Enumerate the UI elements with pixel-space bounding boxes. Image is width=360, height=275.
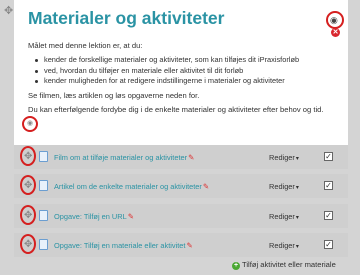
instructions-text: Se filmen, læs artiklen og løs opgaverne…	[28, 91, 200, 100]
section-title: Materialer og aktiviteter	[28, 8, 225, 28]
goal-list: kender de forskellige materialer og akti…	[34, 55, 299, 87]
visibility-checkbox[interactable]: ✓	[324, 152, 333, 161]
edit-menu[interactable]: Rediger▾	[269, 212, 299, 221]
highlight-circle-row	[20, 146, 36, 166]
file-icon	[39, 239, 48, 250]
add-activity-link[interactable]: + Tilføj aktivitet eller materiale	[232, 260, 336, 270]
highlight-circle-row	[20, 175, 36, 195]
file-icon	[39, 180, 48, 191]
goal-item: kender muligheden for at redigere indsti…	[34, 76, 299, 87]
goal-item: ved, hvordan du tilføjer en materiale el…	[34, 66, 299, 77]
visibility-checkbox[interactable]: ✓	[324, 211, 333, 220]
edit-menu[interactable]: Rediger▾	[269, 153, 299, 162]
activity-link[interactable]: Film om at tilføje materialer og aktivit…	[54, 153, 194, 162]
visibility-checkbox[interactable]: ✓	[324, 181, 333, 190]
move-icon[interactable]: ✥	[4, 6, 14, 17]
activity-row[interactable]: ✥ Artikel om de enkelte materialer og ak…	[14, 174, 348, 198]
pencil-icon[interactable]: ✎	[188, 153, 194, 162]
eye-icon[interactable]: ◉	[330, 16, 338, 25]
activity-row[interactable]: ✥ Opgave: Tilføj en materiale eller akti…	[14, 233, 348, 257]
file-icon	[39, 151, 48, 162]
activity-row[interactable]: ✥ Film om at tilføje materialer og aktiv…	[14, 145, 348, 169]
close-icon[interactable]: ✕	[331, 28, 340, 37]
pencil-icon[interactable]: ✎	[203, 182, 209, 191]
highlight-circle-row	[20, 234, 36, 254]
edit-menu[interactable]: Rediger▾	[269, 182, 299, 191]
eye-icon[interactable]: ◉	[27, 120, 33, 127]
goal-item: kender de forskellige materialer og akti…	[34, 55, 299, 66]
edit-menu[interactable]: Rediger▾	[269, 241, 299, 250]
pencil-icon[interactable]: ✎	[128, 212, 134, 221]
activity-row[interactable]: ✥ Opgave: Tilføj en URL✎ Rediger▾ ✓	[14, 204, 348, 228]
pencil-icon[interactable]: ✎	[186, 241, 192, 250]
activity-link[interactable]: Opgave: Tilføj en URL✎	[54, 212, 134, 221]
section-intro: Målet med denne lektion er, at du:	[28, 41, 143, 50]
file-icon	[39, 210, 48, 221]
visibility-checkbox[interactable]: ✓	[324, 240, 333, 249]
activity-link[interactable]: Artikel om de enkelte materialer og akti…	[54, 182, 209, 191]
further-reading-text: Du kan efterfølgende fordybe dig i de en…	[28, 105, 324, 114]
plus-icon: +	[232, 262, 240, 270]
activity-link[interactable]: Opgave: Tilføj en materiale eller aktivi…	[54, 241, 193, 250]
highlight-circle-row	[20, 205, 36, 225]
